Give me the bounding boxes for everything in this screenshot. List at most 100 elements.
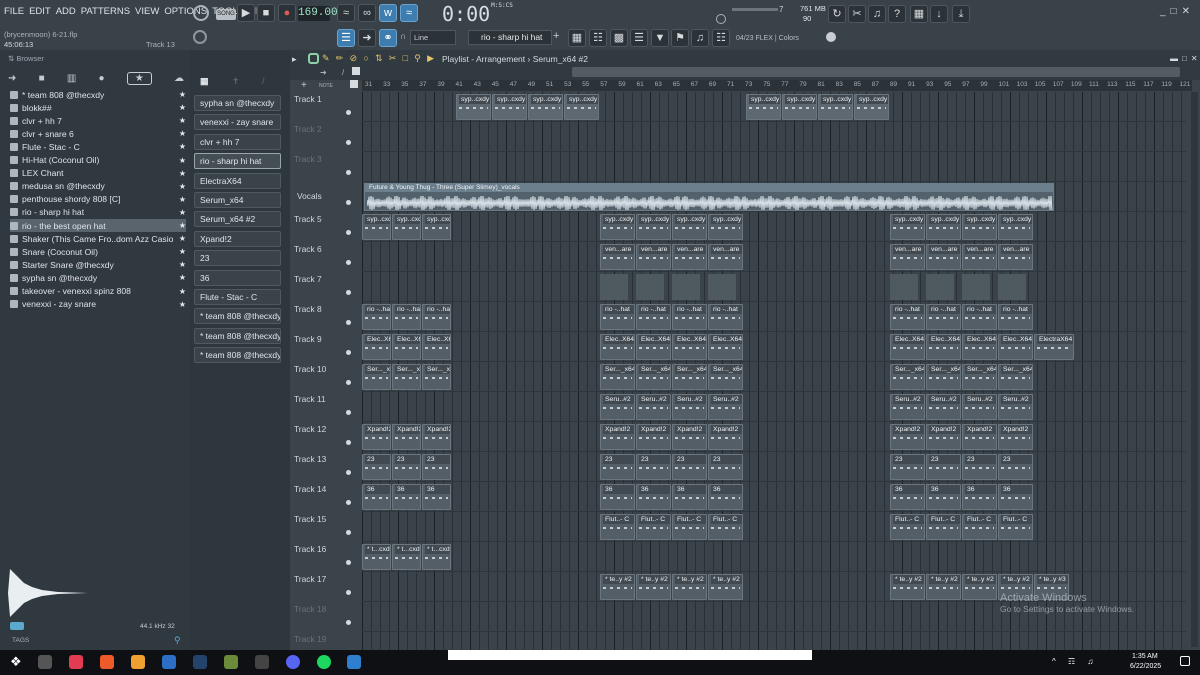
vocal-audio-clip[interactable]: Future & Young Thug - Three (Super Slime… (364, 183, 1054, 211)
pattern-clip[interactable]: 23 (890, 454, 925, 480)
pattern-clip[interactable]: ven...are (998, 244, 1033, 270)
pattern-clip[interactable]: Flut..- C (890, 514, 925, 540)
back-icon[interactable]: ➜ (8, 73, 16, 84)
channel-button[interactable]: * team 808 @thecxdy (194, 308, 281, 325)
cut-icon[interactable]: ✂ (848, 5, 866, 23)
browser-item[interactable]: Shaker (This Came Fro..dom Azz Casio Key… (10, 232, 186, 245)
pattern-clip[interactable]: * te..y #2 (672, 574, 707, 600)
pattern-clip[interactable]: syp..cxdy (962, 214, 997, 240)
track-mute-led[interactable] (346, 320, 351, 325)
paint-icon[interactable]: ✏ (336, 53, 344, 64)
pitch-knob[interactable] (193, 30, 207, 44)
pattern-clip[interactable]: syp..cxdy (600, 214, 635, 240)
track-header[interactable]: Track 7 (294, 274, 322, 284)
track-header[interactable]: Track 15 (294, 514, 326, 524)
window-controls[interactable]: _□✕ (1160, 6, 1195, 17)
channel-button[interactable]: Serum_x64 (194, 192, 281, 208)
track-mute-led[interactable] (346, 110, 351, 115)
pattern-clip[interactable]: Xpand!2 (600, 424, 635, 450)
pattern-clip[interactable]: ElectraX64 (1034, 334, 1074, 360)
pattern-clip[interactable]: 23 (392, 454, 421, 480)
tray-icons[interactable]: ^ ☶ ♫ (1052, 657, 1098, 666)
add-track-icon[interactable]: + (301, 80, 307, 91)
pattern-clip[interactable]: Flut..- C (708, 514, 743, 540)
browser-item[interactable]: Snare (Coconut Oil) ★ (10, 245, 186, 258)
track-lane[interactable] (362, 272, 1186, 302)
browser-item[interactable]: Hi-Hat (Coconut Oil) ★ (10, 154, 186, 167)
pattern-clip[interactable]: ven...are (962, 244, 997, 270)
pattern-clip[interactable]: syp..cxdy (636, 214, 671, 240)
track-mute-led[interactable] (346, 200, 351, 205)
clip-stub[interactable] (636, 274, 664, 300)
metronome-icon[interactable]: ≈ (337, 4, 355, 22)
tempo-nudge-knob[interactable] (716, 14, 726, 24)
pattern-clip[interactable]: Ser..._x64 (708, 364, 743, 390)
wait-icon[interactable]: ∞ (358, 4, 376, 22)
pattern-clip[interactable]: ven...are (890, 244, 925, 270)
note-icon[interactable]: NOTE (319, 83, 333, 89)
select-icon[interactable]: □ (403, 53, 408, 64)
clip-stub[interactable] (890, 274, 918, 300)
pattern-clip[interactable]: syp..cxdy (818, 94, 853, 120)
fl-studio-icon[interactable] (131, 655, 145, 669)
track-header[interactable]: Track 16 (294, 544, 326, 554)
browser-item[interactable]: LEX Chant ★ (10, 167, 186, 180)
pattern-clip[interactable]: Elec..X64 (636, 334, 671, 360)
spotify-icon[interactable] (317, 655, 331, 669)
menu-item-add[interactable]: ADD (56, 6, 76, 17)
pattern-clip[interactable]: Xpand!2 (998, 424, 1033, 450)
plugin-icon[interactable]: ▼ (651, 29, 669, 47)
star-icon[interactable]: ★ (179, 90, 186, 99)
clip-stub[interactable] (600, 274, 628, 300)
pattern-clip[interactable]: 23 (672, 454, 707, 480)
browser-item[interactable]: blokk## ★ (10, 101, 186, 114)
menu-item-edit[interactable]: EDIT (29, 6, 51, 17)
pattern-clip[interactable]: Seru..#2 (600, 394, 635, 420)
track-lane[interactable] (362, 542, 1186, 572)
pattern-clip[interactable]: Ser..._x64 (890, 364, 925, 390)
mute-icon[interactable]: ○ (363, 53, 368, 64)
pattern-clip[interactable]: rio -..hat (962, 304, 997, 330)
pattern-clip[interactable]: Xpand!2 (708, 424, 743, 450)
pattern-clip[interactable]: 23 (962, 454, 997, 480)
folder-icon[interactable]: ■ (39, 73, 45, 84)
loop-record-icon[interactable]: w (379, 4, 397, 22)
star-icon[interactable]: ★ (179, 287, 186, 296)
pattern-clip[interactable]: Xpand!2 (636, 424, 671, 450)
store-icon[interactable] (347, 655, 361, 669)
pattern-clip[interactable]: * t...cxdy (362, 544, 391, 570)
track-header[interactable]: Track 2 (294, 124, 322, 134)
menu-item-view[interactable]: VIEW (135, 6, 159, 17)
pattern-clip[interactable]: ven...are (926, 244, 961, 270)
step-edit-icon[interactable]: ≈ (400, 4, 418, 22)
track-mute-led[interactable] (346, 260, 351, 265)
arrow-right-icon[interactable]: ➜ (358, 29, 376, 47)
star-icon[interactable]: ★ (179, 116, 186, 125)
globe-icon[interactable] (826, 32, 836, 42)
draw-icon[interactable]: ✎ (322, 53, 330, 64)
pattern-clip[interactable]: 23 (998, 454, 1033, 480)
pattern-clip[interactable]: syp..cxdy (422, 214, 451, 240)
track-mute-led[interactable] (346, 410, 351, 415)
favorites-tab-icon[interactable]: ★ (126, 71, 152, 85)
pattern-clip[interactable]: Flut..- C (600, 514, 635, 540)
pattern-clip[interactable]: 36 (672, 484, 707, 510)
track-header[interactable]: Track 19 (294, 634, 326, 644)
track-mute-led[interactable] (346, 500, 351, 505)
download-icon[interactable]: ⤓ (952, 5, 970, 23)
pattern-clip[interactable]: * t...cxdy (422, 544, 451, 570)
pattern-clip[interactable]: Ser..._x64 (362, 364, 391, 390)
pattern-icon[interactable] (352, 67, 360, 75)
song-mode-toggle[interactable]: SONG (216, 9, 236, 20)
pattern-clip[interactable]: 36 (392, 484, 421, 510)
pattern-clip[interactable]: Elec..X64 (392, 334, 421, 360)
channel-button[interactable]: * team 808 @thecxdy #2 (194, 327, 281, 344)
clip-stub[interactable] (708, 274, 736, 300)
track-header[interactable]: Track 12 (294, 424, 326, 434)
track-mute-led[interactable] (346, 440, 351, 445)
record-button[interactable]: ● (278, 4, 296, 22)
pattern-clip[interactable]: syp..cxdy (782, 94, 817, 120)
pattern-clip[interactable]: Elec..X64 (600, 334, 635, 360)
pattern-clip[interactable]: rio -..hat (926, 304, 961, 330)
pattern-clip[interactable]: Seru..#2 (890, 394, 925, 420)
